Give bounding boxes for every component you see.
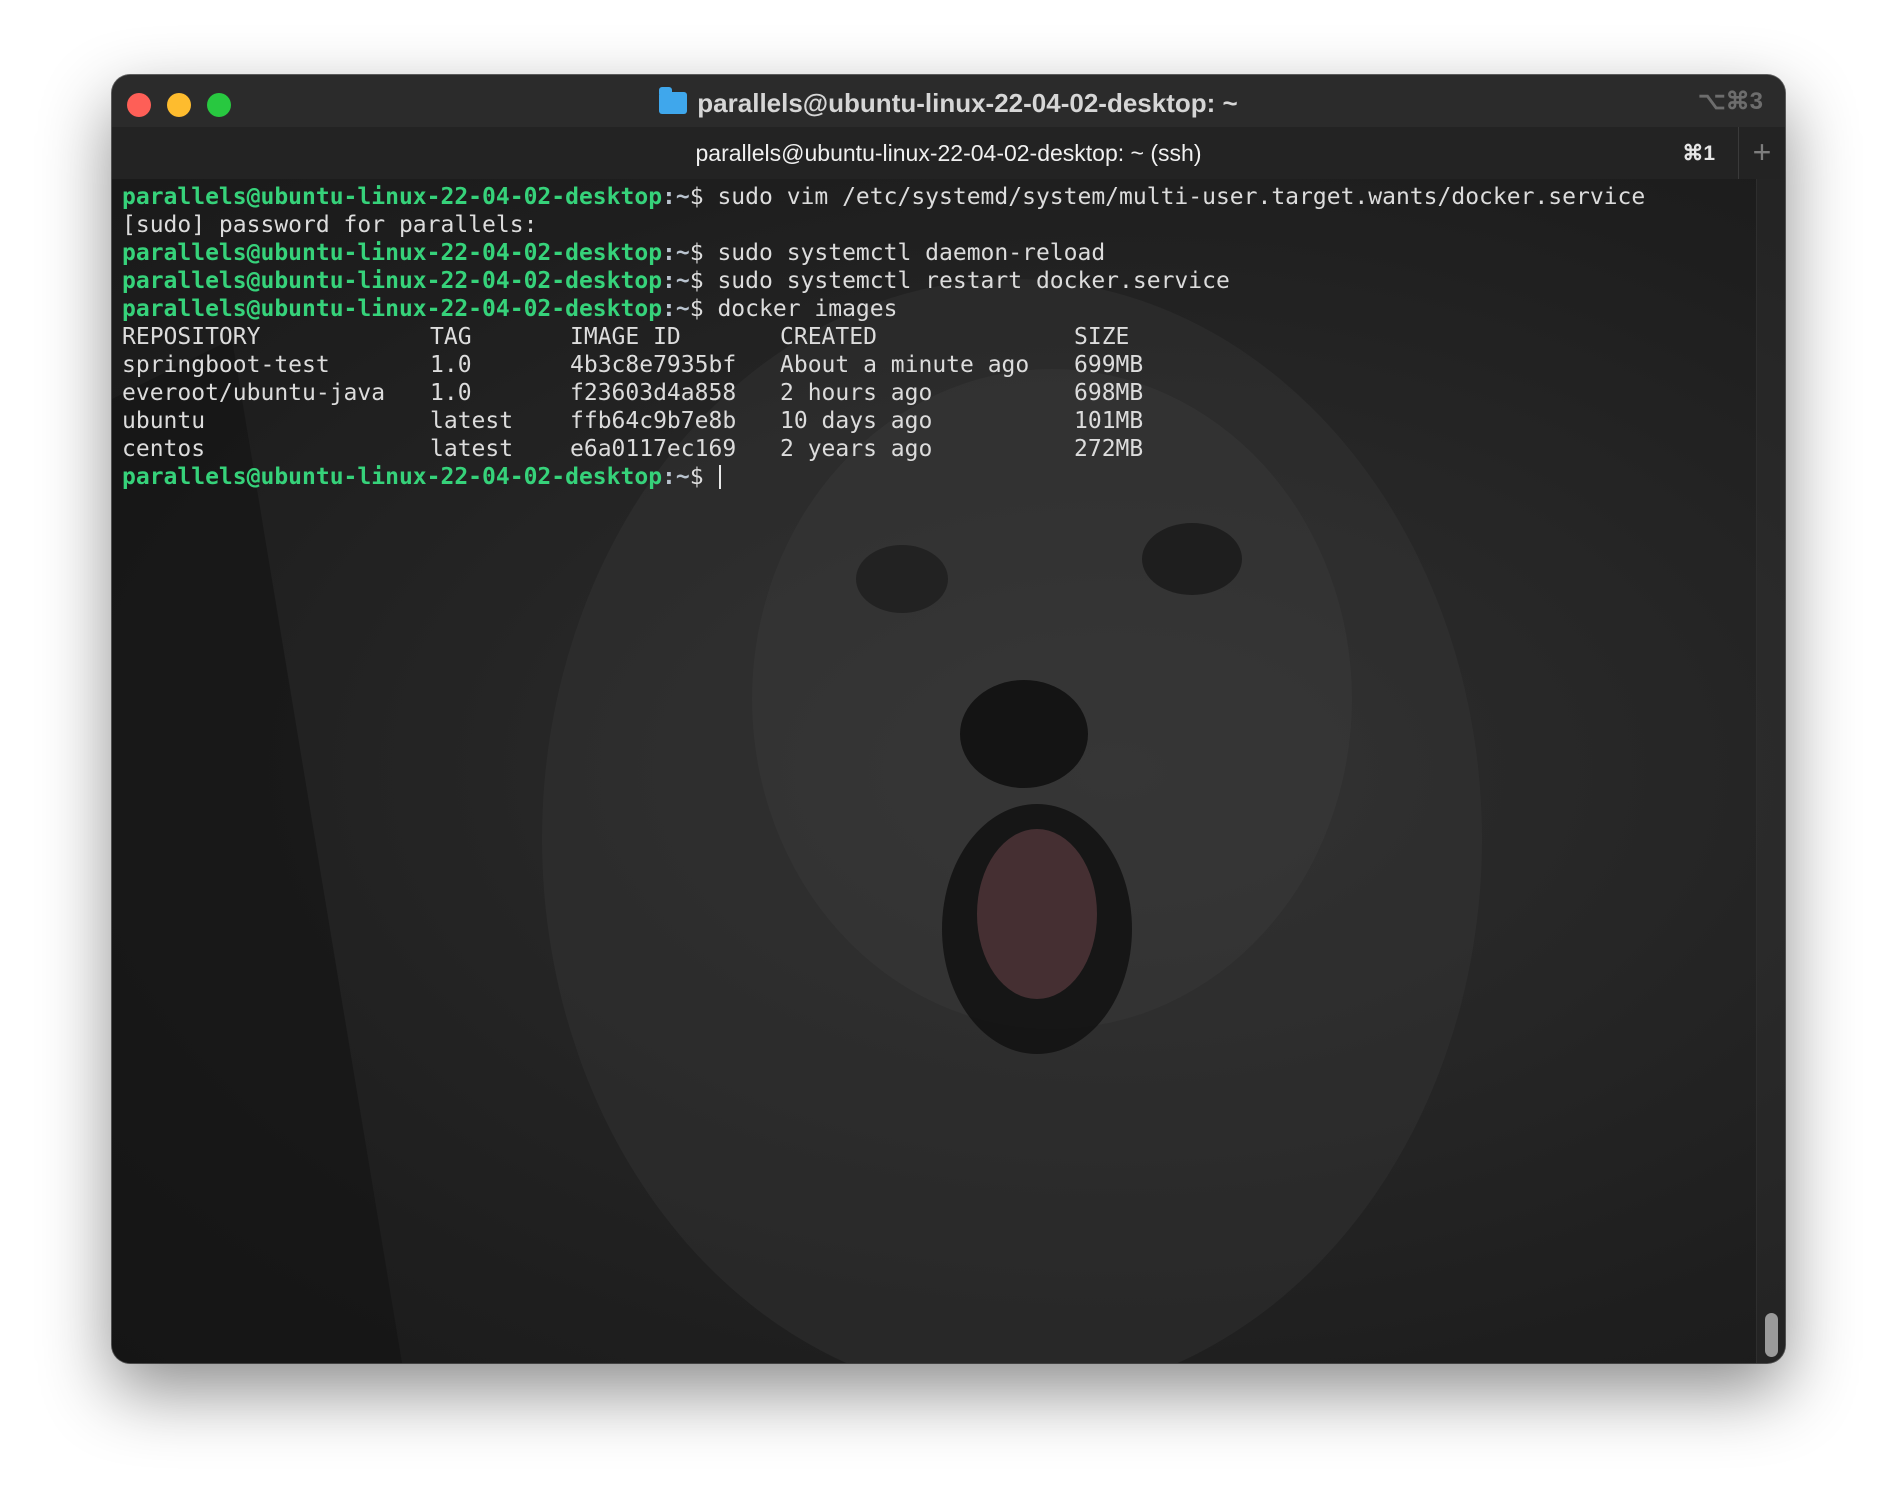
table-cell: ubuntu: [122, 408, 206, 434]
prompt-path: :~: [662, 268, 690, 294]
table-row: ubuntu latest ffb64c9b7e8b 10 days ago 101MB: [122, 407, 1645, 435]
prompt-symbol: $: [689, 464, 718, 490]
output-line: parallels@ubuntu-linux-22-04-02-desktop:…: [122, 463, 1645, 491]
output-line: parallels@ubuntu-linux-22-04-02-desktop:…: [122, 295, 1645, 323]
text-cursor: [719, 465, 722, 489]
terminal-content[interactable]: parallels@ubuntu-linux-22-04-02-desktop:…: [112, 179, 1785, 1363]
prompt-symbol: $: [689, 240, 718, 266]
table-header-cell: SIZE: [1074, 324, 1130, 350]
prompt-path: :~: [662, 296, 690, 322]
table-header-cell: TAG: [430, 324, 472, 350]
prompt-symbol: $: [689, 296, 718, 322]
prompt-path: :~: [662, 464, 690, 490]
table-row: springboot-test 1.0 4b3c8e7935bf About a mi…: [122, 351, 1645, 379]
table-header-cell: REPOSITORY: [122, 324, 261, 350]
tab-bar: parallels@ubuntu-linux-22-04-02-desktop:…: [112, 127, 1785, 179]
table-cell: 698MB: [1074, 380, 1144, 406]
prompt-symbol: $: [689, 268, 718, 294]
table-cell: latest: [430, 408, 514, 434]
table-cell: 10 days ago: [780, 408, 933, 434]
table-cell: About a minute ago: [780, 352, 1030, 378]
table-cell: ffb64c9b7e8b: [570, 408, 737, 434]
new-tab-button[interactable]: +: [1738, 127, 1785, 179]
window-title: parallels@ubuntu-linux-22-04-02-desktop:…: [112, 87, 1785, 119]
title-bar[interactable]: parallels@ubuntu-linux-22-04-02-desktop:…: [112, 75, 1785, 180]
command-text: sudo vim /etc/systemd/system/multi-user.…: [717, 184, 1646, 210]
prompt-user: parallels@ubuntu-linux-22-04-02-desktop: [122, 464, 663, 490]
sudo-password-text: [sudo] password for parallels:: [122, 212, 538, 238]
table-cell: 699MB: [1074, 352, 1144, 378]
output-line: [sudo] password for parallels:: [122, 211, 1645, 239]
table-cell: 2 hours ago: [780, 380, 933, 406]
prompt-user: parallels@ubuntu-linux-22-04-02-desktop: [122, 184, 663, 210]
table-cell: springboot-test: [122, 352, 330, 378]
table-cell: e6a0117ec169: [570, 436, 737, 462]
output-line: parallels@ubuntu-linux-22-04-02-desktop:…: [122, 239, 1645, 267]
table-cell: centos: [122, 436, 206, 462]
table-header-row: REPOSITORY TAG IMAGE ID CREATED SIZE: [122, 323, 1645, 351]
table-row: everoot/ubuntu-java 1.0 f23603d4a858 2 hour…: [122, 379, 1645, 407]
table-cell: latest: [430, 436, 514, 462]
command-text: sudo systemctl restart docker.service: [717, 268, 1230, 294]
table-cell: f23603d4a858: [570, 380, 737, 406]
prompt-path: :~: [662, 184, 690, 210]
table-cell: 101MB: [1074, 408, 1144, 434]
command-text: sudo systemctl daemon-reload: [717, 240, 1106, 266]
prompt-symbol: $: [689, 184, 718, 210]
output-line: parallels@ubuntu-linux-22-04-02-desktop:…: [122, 183, 1645, 211]
table-row: centos latest e6a0117ec169 2 years ago 272MB: [122, 435, 1645, 463]
table-cell: 272MB: [1074, 436, 1144, 462]
folder-icon: [659, 87, 688, 114]
scrollbar-thumb[interactable]: [1765, 1313, 1778, 1357]
tab-shortcut-label: ⌘1: [1682, 142, 1715, 165]
terminal-output: parallels@ubuntu-linux-22-04-02-desktop:…: [122, 183, 1645, 491]
table-cell: 1.0: [430, 380, 472, 406]
tab-ssh[interactable]: parallels@ubuntu-linux-22-04-02-desktop:…: [112, 140, 1785, 167]
prompt-user: parallels@ubuntu-linux-22-04-02-desktop: [122, 296, 663, 322]
scrollbar[interactable]: [1756, 179, 1785, 1363]
table-cell: 4b3c8e7935bf: [570, 352, 737, 378]
prompt-user: parallels@ubuntu-linux-22-04-02-desktop: [122, 268, 663, 294]
table-cell: 1.0: [430, 352, 472, 378]
prompt-user: parallels@ubuntu-linux-22-04-02-desktop: [122, 240, 663, 266]
window-shortcut-label: ⌥⌘3: [1697, 88, 1763, 115]
table-header-cell: IMAGE ID: [570, 324, 681, 350]
output-line: parallels@ubuntu-linux-22-04-02-desktop:…: [122, 267, 1645, 295]
command-text: docker images: [717, 296, 898, 322]
window-title-text: parallels@ubuntu-linux-22-04-02-desktop:…: [697, 88, 1238, 118]
terminal-window: parallels@ubuntu-linux-22-04-02-desktop:…: [112, 75, 1785, 1363]
table-cell: 2 years ago: [780, 436, 933, 462]
prompt-path: :~: [662, 240, 690, 266]
table-header-cell: CREATED: [780, 324, 877, 350]
table-cell: everoot/ubuntu-java: [122, 380, 386, 406]
